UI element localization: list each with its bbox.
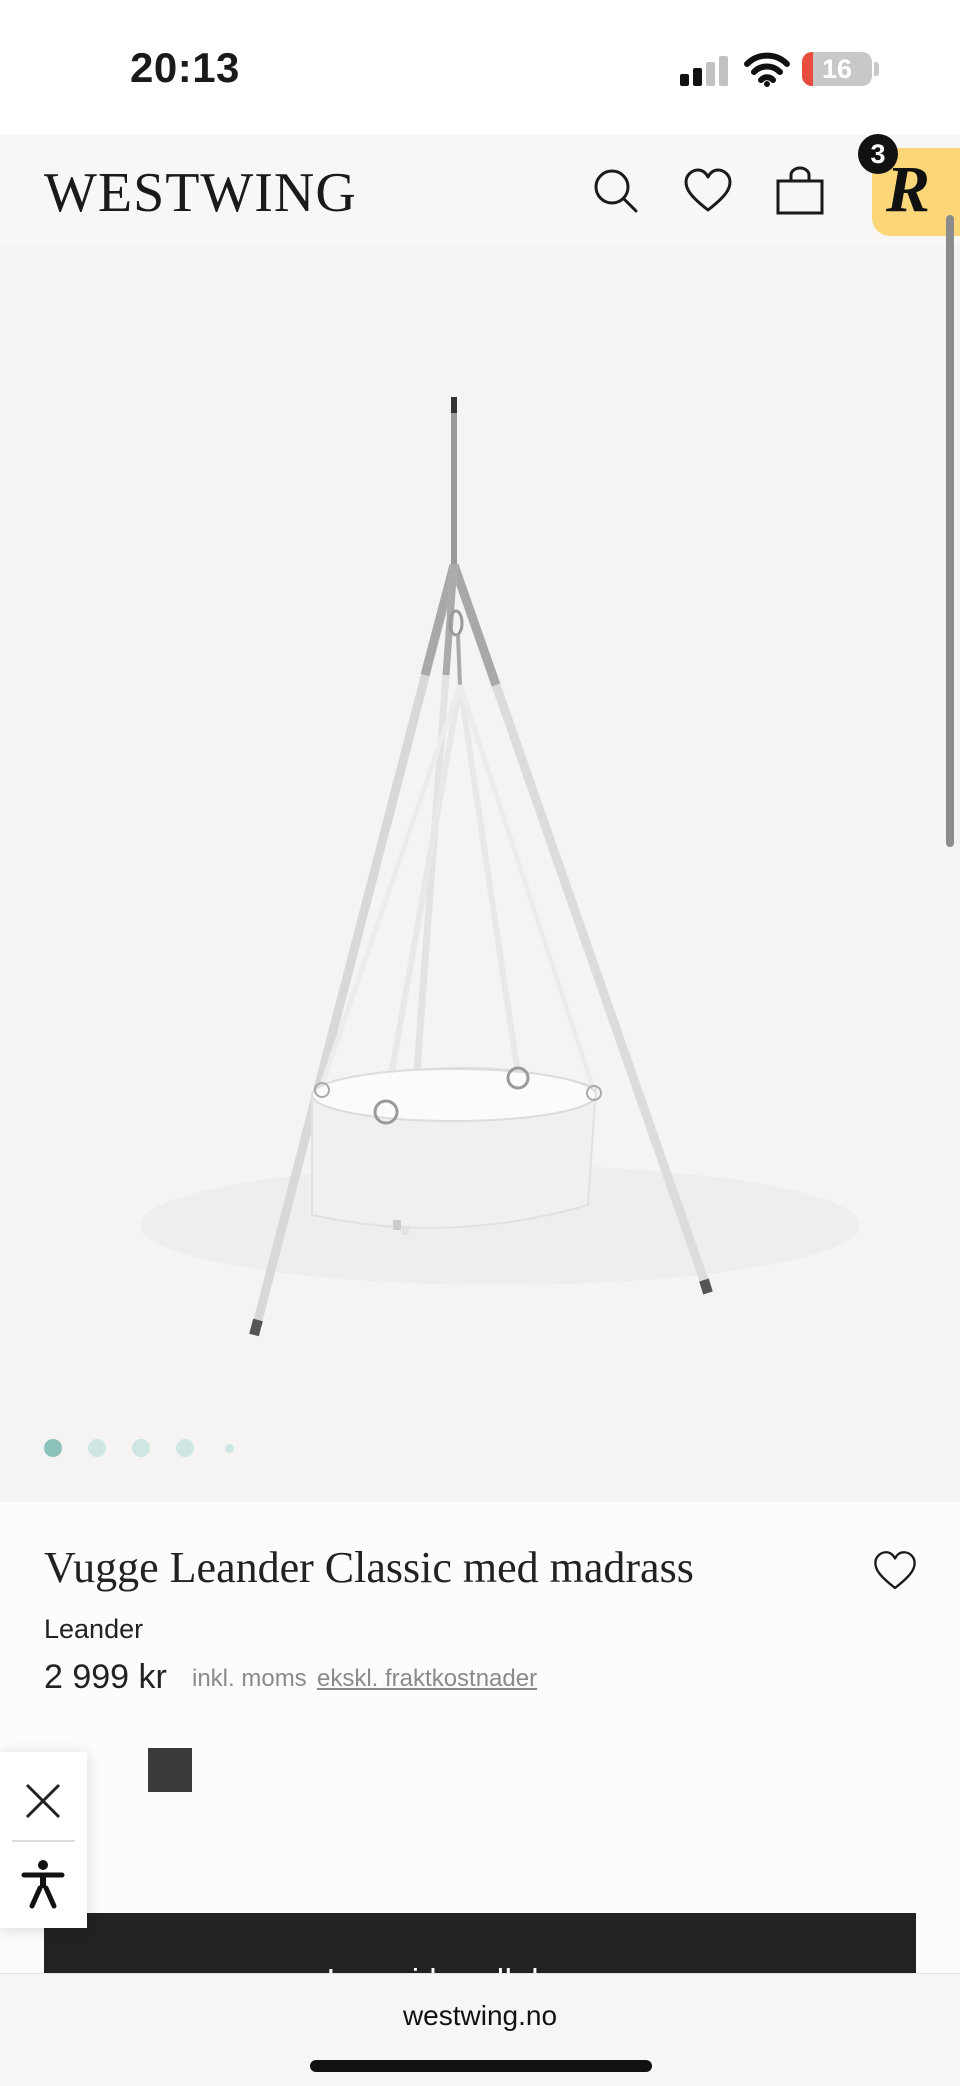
battery-tip [874,62,879,76]
status-time: 20:13 [130,44,240,91]
search-icon[interactable] [588,163,644,219]
wishlist-heart-icon[interactable] [870,1546,920,1596]
gallery-dot[interactable] [44,1439,62,1457]
shipping-cost-link[interactable]: ekskl. fraktkostnader [317,1665,537,1693]
product-gallery[interactable] [0,245,960,1502]
battery-level: 16 [821,54,853,84]
product-price: 2 999 kr [44,1658,167,1696]
reward-count-badge: 3 [858,134,898,174]
gallery-dot[interactable] [132,1439,150,1457]
color-swatch-dark[interactable] [148,1748,192,1792]
page-scrollbar[interactable] [946,215,954,847]
url-bar[interactable]: westwing.no [0,2000,960,2032]
gallery-dot[interactable] [88,1439,106,1457]
divider [12,1840,75,1842]
tax-note: inkl. moms [192,1665,307,1692]
product-brand[interactable]: Leander [44,1614,143,1645]
heart-icon[interactable] [680,163,736,219]
close-icon[interactable] [18,1776,68,1826]
shopping-bag-icon[interactable] [772,163,828,219]
signal-icon [680,56,730,86]
accessibility-panel [0,1752,87,1928]
page: 20:13 16 WESTWING R 3 Vugge Leander Clas… [0,0,960,2086]
wifi-icon [744,50,790,88]
accessibility-icon[interactable] [18,1858,68,1910]
site-header: WESTWING [0,135,960,245]
status-bar: 20:13 16 [0,0,960,135]
cradle-image [140,397,860,1337]
browser-bottom-bar: westwing.no [0,1973,960,2086]
product-title: Vugge Leander Classic med madrass [44,1543,694,1592]
home-indicator[interactable] [310,2060,652,2072]
logo[interactable]: WESTWING [44,161,357,225]
gallery-dot[interactable] [176,1439,194,1457]
gallery-dot[interactable] [225,1444,234,1453]
battery-icon: 16 [802,52,872,86]
